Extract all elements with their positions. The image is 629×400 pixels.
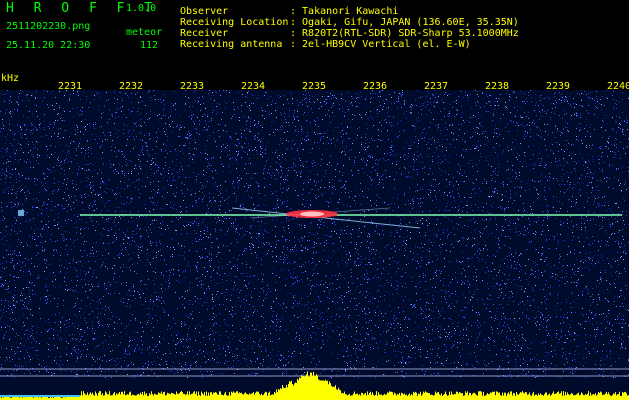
antenna-label: Receiving antenna [180, 39, 283, 50]
count-value: 112 [140, 40, 159, 51]
count-label: meteor [126, 27, 163, 38]
timestamp: 25.11.20 22:30 [6, 40, 91, 51]
y-axis-unit: kHz [1, 73, 20, 84]
spectrogram-plot [0, 90, 629, 400]
antenna-value: : 2el-HB9CV Vertical (el. E-W) [290, 39, 471, 50]
file-name: 2511202230.png [6, 21, 91, 32]
header-panel: H R O F F T 1.0.0 2511202230.png meteor … [0, 0, 629, 72]
app-version: 1.0.0 [126, 3, 157, 14]
